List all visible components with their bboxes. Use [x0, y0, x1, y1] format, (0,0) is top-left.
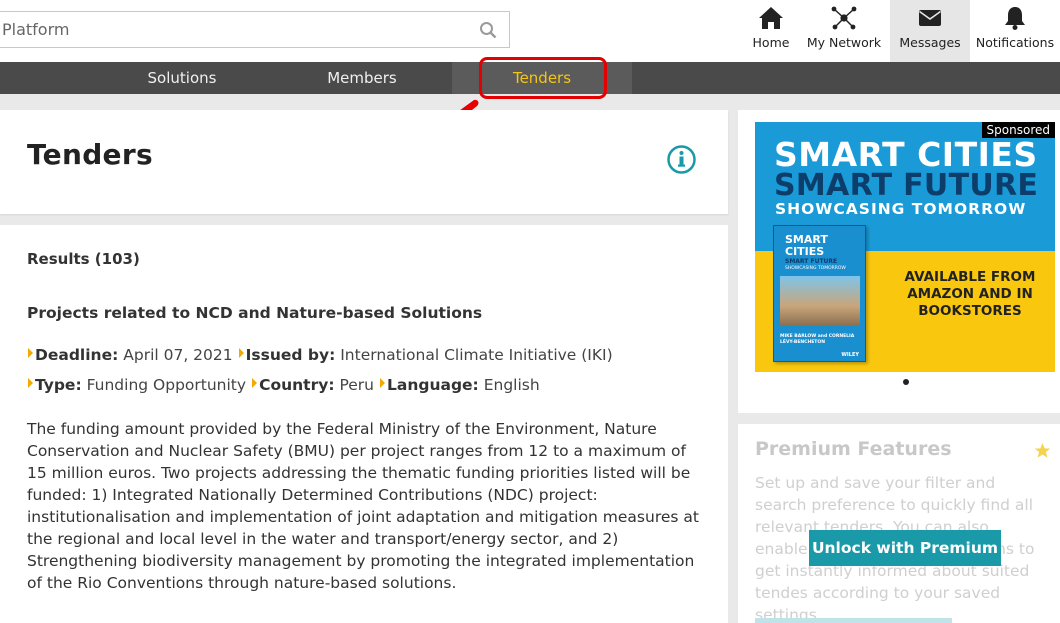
carousel-dot[interactable] — [903, 379, 909, 385]
search-input[interactable] — [0, 12, 469, 47]
country-value: Peru — [339, 376, 374, 394]
book-cover-image: SMART CITIES SMART FUTURE SHOWCASING TOM… — [773, 225, 866, 362]
premium-title: Premium Features — [755, 438, 952, 460]
search-box[interactable] — [0, 11, 510, 48]
premium-features-card: Premium Features Set up and save your fi… — [738, 424, 1060, 623]
tab-members[interactable]: Members — [272, 62, 452, 94]
ad-banner[interactable]: Sponsored SMART CITIES SMART FUTURE SHOW… — [755, 122, 1055, 372]
book-title: SMART CITIES — [785, 233, 828, 258]
tender-title-link[interactable]: Projects related to NCD and Nature-based… — [27, 304, 482, 322]
book-subtitle: SMART FUTURE — [785, 258, 838, 265]
ad-tagline: SHOWCASING TOMORROW — [775, 200, 1027, 218]
bullet-triangle-icon — [238, 348, 244, 358]
top-nav: Home My Network Messages Notifications — [744, 0, 1060, 62]
unlock-premium-button[interactable]: Unlock with Premium — [809, 530, 1001, 566]
nav-notifications-label: Notifications — [975, 35, 1055, 50]
language-label: Language: — [386, 376, 479, 394]
tab-solutions[interactable]: Solutions — [92, 62, 272, 94]
bullet-triangle-icon — [252, 378, 258, 388]
results-card: Results (103) Projects related to NCD an… — [0, 225, 728, 623]
nav-home[interactable]: Home — [744, 0, 798, 62]
nav-my-network[interactable]: My Network — [798, 0, 890, 62]
bullet-triangle-icon — [28, 348, 33, 358]
issued-by-label: Issued by: — [245, 346, 336, 364]
nav-messages-label: Messages — [899, 35, 961, 50]
book-tagline: SHOWCASING TOMORROW — [785, 266, 846, 271]
tenders-highlight-annotation — [479, 57, 607, 99]
page-title: Tenders — [27, 138, 153, 171]
deadline-value: April 07, 2021 — [123, 346, 233, 364]
type-label: Type: — [35, 376, 82, 394]
nav-messages[interactable]: Messages — [890, 0, 970, 62]
language-value: English — [483, 376, 540, 394]
bell-icon — [1005, 7, 1025, 30]
ad-subheadline: SMART FUTURE — [774, 168, 1039, 203]
results-count: Results (103) — [27, 250, 140, 268]
info-icon[interactable] — [666, 144, 697, 175]
tender-description: The funding amount provided by the Feder… — [27, 420, 699, 592]
nav-home-label: Home — [752, 35, 790, 50]
book-publisher: WILEY — [841, 352, 859, 358]
home-icon — [759, 7, 783, 29]
tender-meta-line-1: Deadline: April 07, 2021 Issued by: Inter… — [28, 346, 613, 364]
type-value: Funding Opportunity — [86, 376, 247, 394]
network-icon — [831, 6, 857, 30]
tender-meta-line-2: Type: Funding Opportunity Country: Peru La… — [28, 376, 540, 394]
sponsored-card: Sponsored SMART CITIES SMART FUTURE SHOW… — [738, 110, 1060, 413]
top-header: Home My Network Messages — [0, 0, 1060, 62]
star-icon — [1034, 443, 1051, 458]
country-label: Country: — [259, 376, 335, 394]
search-icon[interactable] — [479, 21, 497, 39]
page-header-card: Tenders — [0, 110, 728, 214]
book-authors: MIKE BARLOW and CORNELIA LÉVY-BENCHETON — [780, 334, 855, 345]
issued-by-value: International Climate Initiative (IKI) — [340, 346, 613, 364]
city-skyline-image — [780, 276, 860, 326]
nav-notifications[interactable]: Notifications — [970, 0, 1060, 62]
nav-my-network-label: My Network — [806, 35, 882, 50]
bullet-triangle-icon — [28, 378, 33, 388]
premium-cta-bar — [755, 618, 952, 623]
deadline-label: Deadline: — [35, 346, 119, 364]
envelope-icon — [919, 10, 941, 26]
ad-availability: AVAILABLE FROM AMAZON AND IN BOOKSTORES — [904, 269, 1036, 319]
bullet-triangle-icon — [379, 378, 385, 388]
